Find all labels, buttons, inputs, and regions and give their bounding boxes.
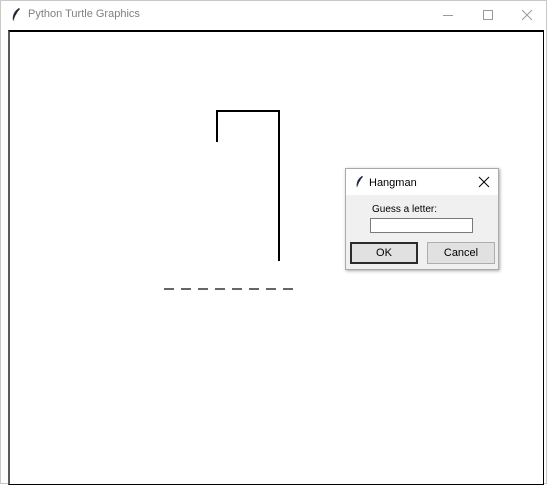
letter-input[interactable] xyxy=(370,218,473,233)
window-titlebar[interactable]: Python Turtle Graphics xyxy=(1,1,546,29)
close-icon xyxy=(521,9,533,21)
hangman-dialog: Hangman Guess a letter: OK Cancel xyxy=(345,168,499,270)
close-icon[interactable] xyxy=(476,174,492,190)
maximize-button[interactable] xyxy=(468,1,508,29)
dialog-title: Hangman xyxy=(369,177,417,189)
cancel-button[interactable]: Cancel xyxy=(427,242,495,264)
maximize-icon xyxy=(483,10,493,20)
close-button[interactable] xyxy=(507,1,547,29)
window-title: Python Turtle Graphics xyxy=(28,8,140,20)
feather-icon xyxy=(356,175,363,189)
gallows xyxy=(216,110,280,261)
dialog-titlebar[interactable]: Hangman xyxy=(346,169,498,195)
minimize-icon xyxy=(443,15,453,16)
ok-button[interactable]: OK xyxy=(350,242,418,264)
dialog-prompt: Guess a letter: xyxy=(372,204,438,215)
minimize-button[interactable] xyxy=(428,1,468,29)
feather-icon xyxy=(12,8,20,23)
